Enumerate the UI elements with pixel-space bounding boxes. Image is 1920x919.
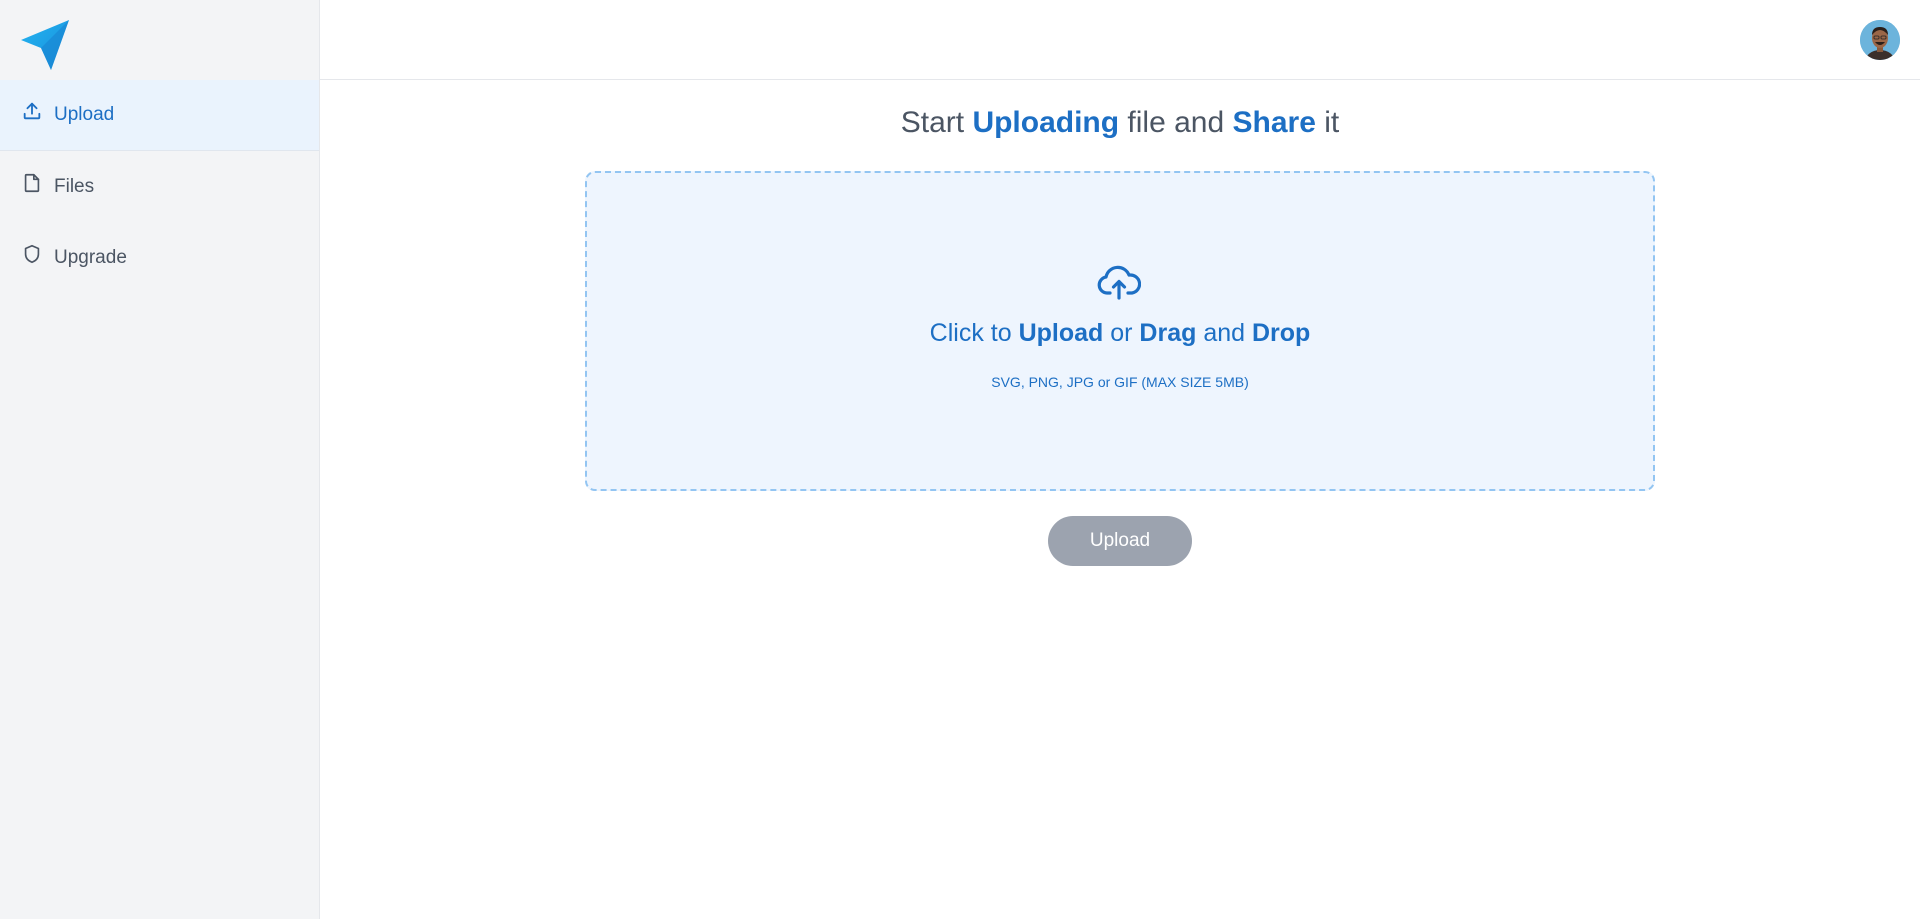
shield-icon [20, 242, 44, 266]
title-highlight-share: Share [1232, 106, 1316, 139]
app-root: Upload Files Upgrade Start Uploading fil… [0, 0, 1920, 919]
dropzone-text-drop: Drop [1252, 319, 1311, 347]
title-text: file and [1119, 106, 1233, 139]
upload-icon [20, 99, 44, 123]
sidebar-item-label: Files [54, 175, 95, 197]
sidebar-item-label: Upgrade [54, 246, 127, 268]
file-dropzone[interactable]: Click to Upload or Drag and Drop SVG, PN… [585, 171, 1655, 491]
paper-plane-icon[interactable] [19, 18, 71, 72]
sidebar-nav: Upload Files Upgrade [0, 80, 319, 293]
main-content: Start Uploading file and Share it Click … [320, 80, 1920, 919]
dropzone-instruction: Click to Upload or Drag and Drop [587, 319, 1653, 348]
dropzone-text: and [1196, 319, 1252, 347]
sidebar: Upload Files Upgrade [0, 0, 320, 919]
sidebar-item-upgrade[interactable]: Upgrade [0, 222, 319, 293]
top-header [320, 0, 1920, 80]
dropzone-text-drag: Drag [1139, 319, 1197, 347]
title-text: Start [900, 106, 973, 139]
dropzone-text-upload: Upload [1018, 319, 1104, 347]
title-text: it [1315, 106, 1340, 139]
cloud-upload-icon [1097, 265, 1142, 301]
dropzone-text: Click to [929, 319, 1019, 347]
dropzone-text: or [1103, 319, 1140, 347]
dropzone-file-types: SVG, PNG, JPG or GIF (MAX SIZE 5MB) [991, 374, 1249, 390]
file-icon [20, 171, 44, 195]
title-highlight-uploading: Uploading [972, 106, 1120, 139]
upload-button[interactable]: Upload [1048, 516, 1192, 566]
user-avatar[interactable] [1860, 20, 1900, 60]
page-title: Start Uploading file and Share it [320, 106, 1920, 140]
sidebar-item-label: Upload [54, 104, 115, 125]
sidebar-item-files[interactable]: Files [0, 151, 319, 222]
sidebar-item-upload[interactable]: Upload [0, 80, 319, 151]
